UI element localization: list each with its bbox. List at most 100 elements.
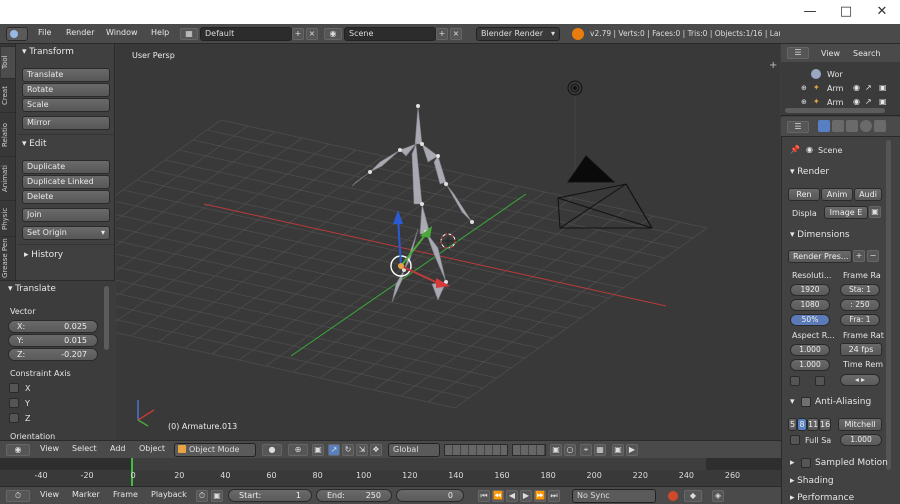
layer-buttons-extra[interactable] [512,444,546,456]
menu-render[interactable]: Render [66,28,94,37]
jump-end-icon[interactable]: ⏭ [548,490,560,502]
aa-samples-16[interactable]: 16 [819,418,831,431]
outliner-view-menu[interactable]: View [821,49,840,58]
border-checkbox[interactable] [790,376,800,386]
tab-relations[interactable]: Relatio [1,112,15,156]
dimensions-section-header[interactable]: ▾ Dimensions [790,230,850,240]
scene-icon[interactable]: ◉ [324,28,342,40]
set-origin-dropdown[interactable]: Set Origin ▾ [22,226,110,240]
add-scene-icon[interactable]: + [436,28,448,40]
close-icon[interactable]: ✕ [864,0,900,24]
keying-set-icon[interactable]: ◆ [684,490,702,502]
frame-end-field[interactable]: End: 250 [316,489,392,502]
editor-type-3d-view-icon[interactable]: ◉ [6,444,30,456]
render-context-icon[interactable] [818,120,830,132]
crop-checkbox[interactable] [815,376,825,386]
translate-manipulator-icon[interactable]: ↗ [328,444,340,456]
object-context-icon[interactable] [874,120,886,132]
remove-scene-icon[interactable]: × [450,28,462,40]
display-mode-select[interactable]: Image E [824,206,868,219]
manipulator-space-icon[interactable]: ❖ [370,444,382,456]
shading-section-header[interactable]: ▸ Shading [790,476,834,486]
editor-type-timeline-icon[interactable]: ⏱ [6,490,30,502]
render-layers-icon[interactable] [832,120,844,132]
jump-start-icon[interactable]: ⏮ [478,490,490,502]
delete-button[interactable]: Delete [22,190,110,204]
frame-start-field[interactable]: Start: 1 [228,489,312,502]
scene-field[interactable]: Scene [344,27,436,41]
sampled-motion-checkbox[interactable] [801,458,811,468]
tab-create[interactable]: Creat [1,78,15,112]
scene-context-icon[interactable] [846,120,858,132]
viewport-view-menu[interactable]: View [40,444,59,453]
full-sample-checkbox[interactable] [790,435,800,445]
filter-size-field[interactable]: 1.000 [840,434,882,446]
viewport-canvas[interactable] [116,44,780,440]
menu-window[interactable]: Window [106,28,138,37]
timeline-frame-menu[interactable]: Frame [113,490,138,499]
render-animation-button[interactable]: Anim [821,188,853,201]
remove-layout-icon[interactable]: × [306,28,318,40]
timeline-playback-menu[interactable]: Playback [151,490,187,499]
pivot-point-icon[interactable]: ⊕ [288,444,308,456]
outliner-search-menu[interactable]: Search [853,49,880,58]
render-engine-select[interactable]: Blender Render ▾ [476,27,560,41]
rotate-manipulator-icon[interactable]: ↻ [342,444,354,456]
tab-tool[interactable]: Tool [1,46,15,78]
tab-grease-pencil[interactable]: Grease Pen [1,236,15,280]
anti-aliasing-checkbox[interactable] [801,397,811,407]
frame-start-field[interactable]: Sta: 1 [840,284,880,296]
frame-end-field[interactable]: : 250 [840,299,880,311]
panel-scrollbar[interactable] [104,286,109,350]
aspect-x-field[interactable]: 1.000 [790,344,830,356]
timeline[interactable] [0,458,781,486]
outliner-item-armature-2[interactable]: Arm [827,98,843,107]
editor-type-info-icon[interactable] [6,27,28,41]
mirror-button[interactable]: Mirror [22,116,110,130]
layer-buttons[interactable] [444,444,508,456]
constraint-y-checkbox[interactable] [9,398,19,408]
frame-step-field[interactable]: Fra: 1 [840,314,880,326]
operator-panel-header[interactable]: ▾ Translate [8,284,56,294]
sync-mode-select[interactable]: No Sync [572,489,656,503]
history-section-header[interactable]: ▸ History [24,250,63,260]
sampled-motion-section-header[interactable]: ▸ [790,458,795,468]
tab-animation[interactable]: Animati [1,156,15,200]
n-panel-toggle-icon[interactable]: + [769,60,777,71]
select-arrow-icon[interactable]: ↗ [865,83,872,92]
insert-keyframe-icon[interactable]: ◈ [712,490,724,502]
jump-keyframe-forward-icon[interactable]: ⏩ [534,490,546,502]
jump-keyframe-back-icon[interactable]: ⏪ [492,490,504,502]
maximize-icon[interactable]: □ [828,0,864,24]
outliner-item-armature-1[interactable]: Arm [827,84,843,93]
lock-interface-icon[interactable]: ▣ [869,206,881,218]
translate-button[interactable]: Translate [22,68,110,82]
select-arrow-icon[interactable]: ↗ [865,97,872,106]
current-frame-field[interactable]: 0 [396,489,464,502]
resolution-x-field[interactable]: 1920 [790,284,830,296]
join-button[interactable]: Join [22,208,110,222]
properties-editor-icon[interactable]: ☰ [787,121,809,133]
opengl-render-animation-icon[interactable]: ▶ [626,444,638,456]
visibility-eye-icon[interactable]: ◉ [853,97,860,106]
frame-rate-select[interactable]: 24 fps [840,343,882,356]
add-preset-icon[interactable]: + [853,250,865,262]
aa-samples-11[interactable]: 11 [807,418,819,431]
outliner-editor-icon[interactable]: ☰ [787,47,809,59]
outliner-scrollbar[interactable] [785,108,885,113]
aa-samples-5[interactable]: 5 [788,418,797,431]
timeline-view-menu[interactable]: View [40,490,59,499]
auto-keying-icon[interactable] [668,491,678,501]
expand-icon[interactable]: ⊕ [801,84,807,92]
render-section-header[interactable]: ▾ Render [790,167,829,177]
edit-section-header[interactable]: ▾ Edit [22,139,47,149]
snap-toggle-icon[interactable]: ⌖ [580,444,592,456]
play-icon[interactable]: ▶ [520,490,532,502]
rotate-button[interactable]: Rotate [22,83,110,97]
expand-icon[interactable]: ⊕ [801,98,807,106]
transform-orientation-select[interactable]: Global [388,443,440,457]
visibility-eye-icon[interactable]: ◉ [853,83,860,92]
constraint-z-checkbox[interactable] [9,413,19,423]
vector-y-field[interactable]: Y: 0.015 [8,334,98,347]
snap-element-icon[interactable]: ▦ [594,444,606,456]
